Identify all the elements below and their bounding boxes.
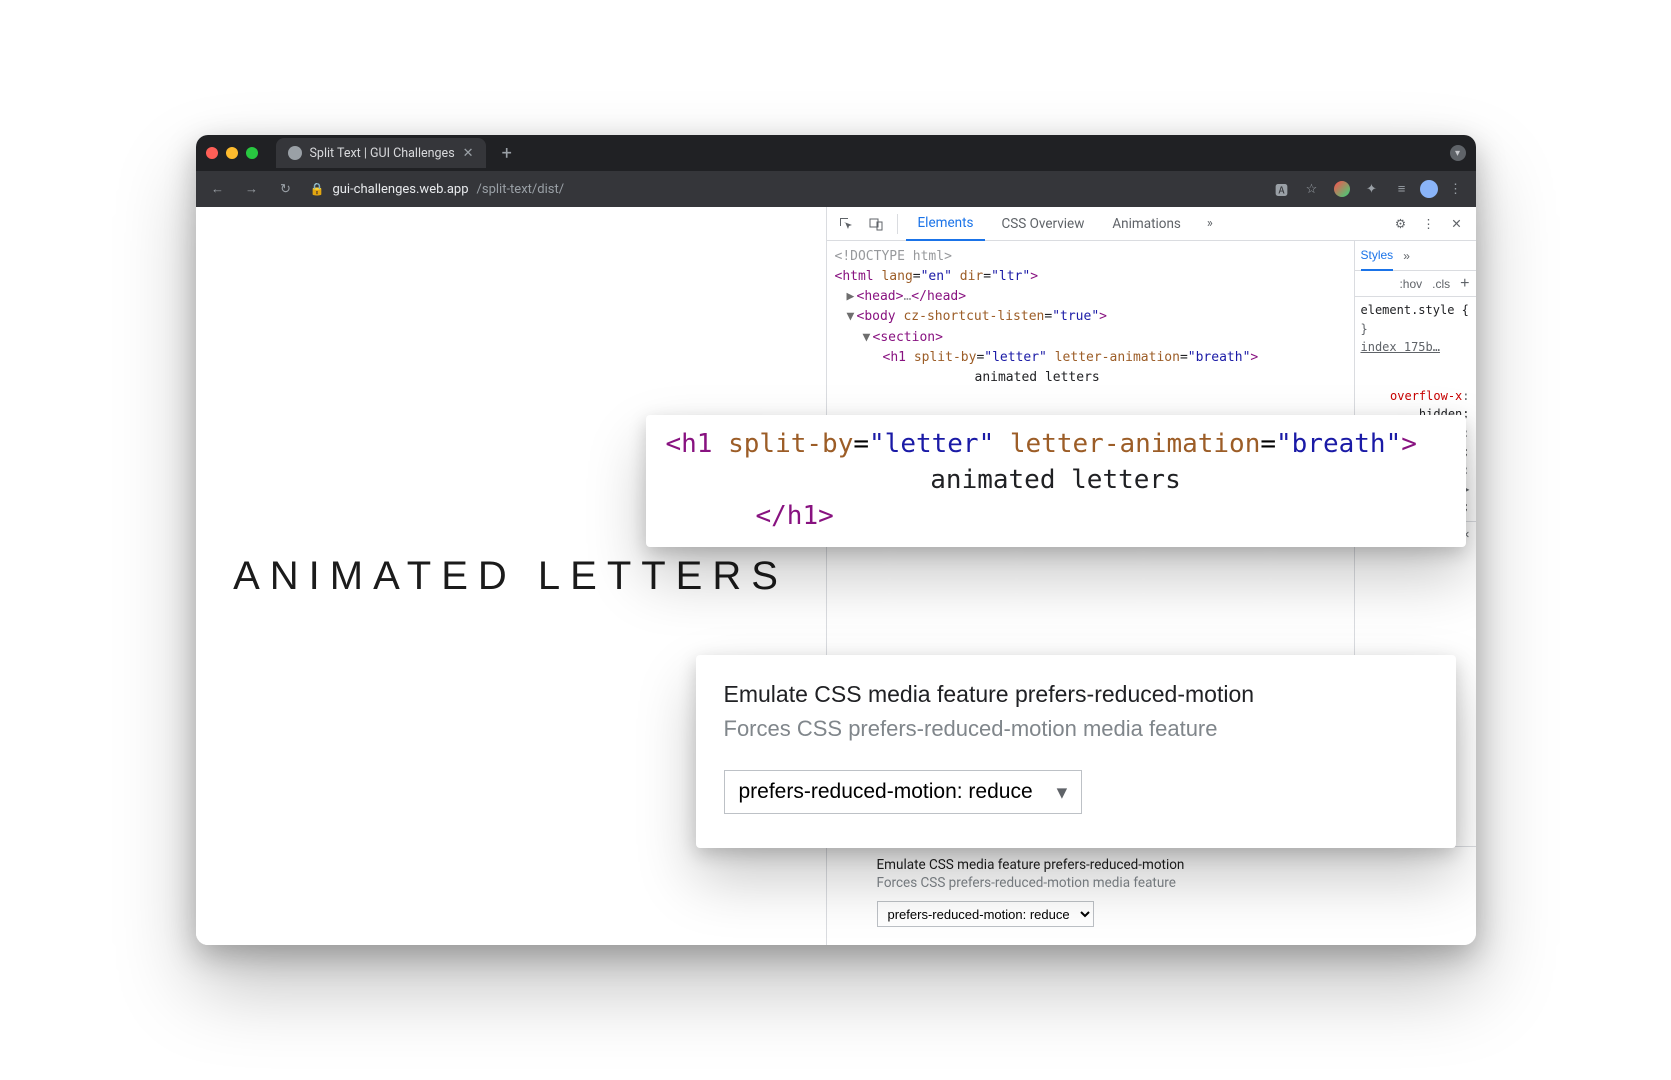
callout-select[interactable]: prefers-reduced-motion: reduce ▾	[724, 770, 1083, 814]
styles-more-icon[interactable]: »	[1403, 249, 1410, 263]
browser-toolbar: ← → ↻ 🔒 gui-challenges.web.app/split-tex…	[196, 171, 1476, 207]
star-icon[interactable]: ☆	[1300, 182, 1324, 197]
drawer-title: Emulate CSS media feature prefers-reduce…	[877, 857, 1426, 873]
callout-h1-open: <h1 split-by="letter" letter-animation="…	[666, 429, 1446, 459]
style-rule[interactable]: overflow-x:	[1361, 387, 1470, 406]
translate-icon[interactable]: 🅰	[1270, 180, 1294, 199]
nav-forward-button[interactable]: →	[238, 181, 266, 197]
media-icon[interactable]: ≡	[1390, 181, 1414, 197]
hero-heading: ANIMATED LETTERS	[233, 554, 788, 599]
dom-h1-open[interactable]: <h1 split-by="letter" letter-animation="…	[835, 348, 1346, 368]
callout-rendering-setting: Emulate CSS media feature prefers-reduce…	[696, 655, 1456, 848]
callout-select-value: prefers-reduced-motion: reduce	[739, 780, 1033, 804]
styles-new-rule-icon[interactable]: +	[1460, 275, 1469, 293]
tabs-overflow-icon[interactable]: »	[1197, 216, 1223, 231]
tab-favicon-icon	[288, 146, 302, 160]
styles-tab[interactable]: Styles	[1361, 241, 1394, 271]
dom-section-open[interactable]: ▼<section>	[835, 328, 1346, 348]
devtools-settings-icon[interactable]: ⚙	[1388, 211, 1414, 237]
callout-h1-close: </h1>	[666, 501, 1446, 531]
profile-avatar-icon[interactable]	[1420, 180, 1438, 198]
callout-code-snippet: <h1 split-by="letter" letter-animation="…	[646, 415, 1466, 547]
dom-html-open[interactable]: <html lang="en" dir="ltr">	[835, 267, 1346, 287]
minimize-window-icon[interactable]	[226, 147, 238, 159]
extension-icon[interactable]	[1334, 181, 1350, 197]
rendering-drawer: Emulate CSS media feature prefers-reduce…	[827, 846, 1476, 945]
tab-animations[interactable]: Animations	[1100, 207, 1193, 241]
devtools-menu-icon[interactable]: ⋮	[1416, 211, 1442, 237]
tab-title: Split Text | GUI Challenges	[310, 146, 455, 161]
dom-h1-text[interactable]: animated letters	[835, 368, 1346, 388]
devtools-tabbar: Elements CSS Overview Animations » ⚙ ⋮ ✕	[827, 207, 1476, 241]
styles-hov-toggle[interactable]: :hov	[1399, 277, 1422, 291]
titlebar: Split Text | GUI Challenges ✕ + ▾	[196, 135, 1476, 171]
toggle-device-icon[interactable]	[863, 211, 889, 237]
styles-cls-toggle[interactable]: .cls	[1432, 277, 1450, 291]
browser-menu-icon[interactable]: ⋮	[1444, 182, 1468, 197]
url-domain: gui-challenges.web.app	[332, 182, 468, 197]
new-tab-button[interactable]: +	[496, 143, 518, 164]
callout-desc: Forces CSS prefers-reduced-motion media …	[724, 716, 1428, 742]
fullscreen-window-icon[interactable]	[246, 147, 258, 159]
dom-head[interactable]: ▶<head>…</head>	[835, 287, 1346, 307]
dom-body-open[interactable]: ▼<body cz-shortcut-listen="true">	[835, 307, 1346, 327]
callout-title: Emulate CSS media feature prefers-reduce…	[724, 681, 1428, 708]
tab-close-icon[interactable]: ✕	[463, 146, 474, 161]
brace-close: }	[1361, 320, 1470, 339]
url-path: /split-text/dist/	[477, 182, 565, 197]
tab-css-overview[interactable]: CSS Overview	[989, 207, 1096, 241]
inspect-element-icon[interactable]	[833, 211, 859, 237]
drawer-desc: Forces CSS prefers-reduced-motion media …	[877, 875, 1426, 891]
tab-elements[interactable]: Elements	[906, 207, 986, 241]
chevron-down-icon: ▾	[1057, 780, 1068, 805]
dom-doctype: <!DOCTYPE html>	[835, 247, 1346, 267]
lock-icon: 🔒	[310, 182, 325, 196]
close-window-icon[interactable]	[206, 147, 218, 159]
callout-h1-text: animated letters	[666, 465, 1446, 495]
traffic-lights	[206, 147, 258, 159]
prefers-reduced-motion-select[interactable]: prefers-reduced-motion: reduce	[877, 901, 1094, 927]
browser-window: Split Text | GUI Challenges ✕ + ▾ ← → ↻ …	[196, 135, 1476, 945]
browser-tab[interactable]: Split Text | GUI Challenges ✕	[276, 138, 486, 168]
devtools-close-icon[interactable]: ✕	[1444, 211, 1470, 237]
styles-source-file[interactable]: index 175b…	[1361, 338, 1470, 357]
element-style-selector: element.style {	[1361, 301, 1470, 320]
address-bar[interactable]: 🔒 gui-challenges.web.app/split-text/dist…	[310, 182, 565, 197]
tabs-overflow-icon[interactable]: ▾	[1450, 145, 1466, 161]
extensions-puzzle-icon[interactable]: ✦	[1360, 182, 1384, 197]
nav-back-button[interactable]: ←	[204, 181, 232, 197]
nav-reload-button[interactable]: ↻	[272, 182, 300, 197]
